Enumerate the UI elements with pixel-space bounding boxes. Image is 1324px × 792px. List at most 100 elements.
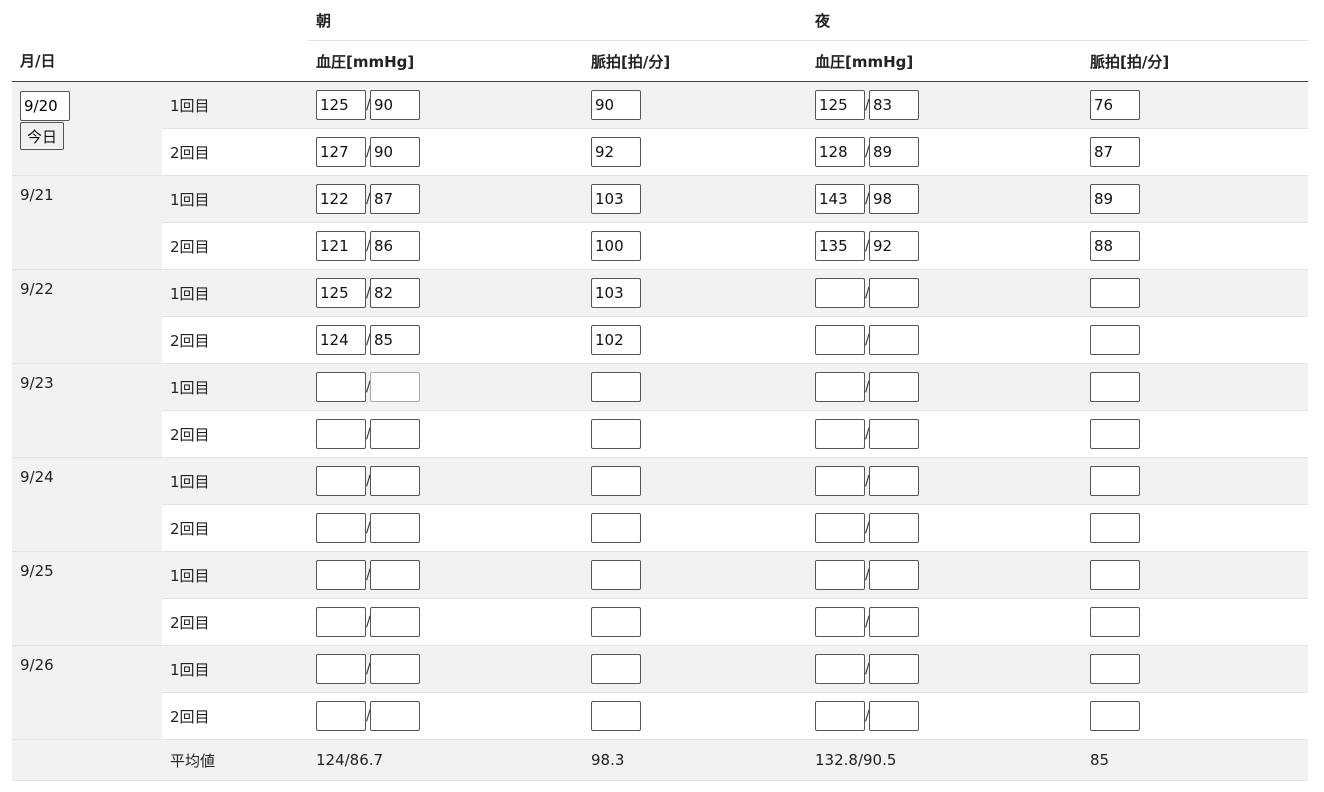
- morning-pulse-input[interactable]: [591, 513, 641, 543]
- evening-systolic-input[interactable]: [815, 466, 866, 496]
- morning-diastolic-input[interactable]: [370, 701, 420, 731]
- morning-pulse-input[interactable]: [591, 701, 641, 731]
- evening-diastolic-input[interactable]: [869, 184, 920, 214]
- morning-pulse-input[interactable]: [591, 325, 641, 355]
- evening-systolic-input[interactable]: [815, 654, 866, 684]
- morning-systolic-input[interactable]: [316, 513, 366, 543]
- evening-pulse-cell: [1082, 504, 1309, 552]
- evening-pulse-input[interactable]: [1090, 137, 1141, 167]
- morning-diastolic-input[interactable]: [370, 419, 420, 449]
- morning-systolic-input[interactable]: [316, 701, 366, 731]
- morning-bp-cell: /: [308, 81, 583, 129]
- morning-diastolic-input[interactable]: [370, 560, 420, 590]
- evening-pulse-cell: [1082, 128, 1309, 176]
- evening-pulse-input[interactable]: [1090, 90, 1141, 120]
- evening-pulse-input[interactable]: [1090, 325, 1141, 355]
- morning-systolic-input[interactable]: [316, 560, 366, 590]
- morning-pulse-input[interactable]: [591, 372, 641, 402]
- evening-diastolic-input[interactable]: [869, 325, 920, 355]
- morning-pulse-input[interactable]: [591, 184, 641, 214]
- morning-pulse-input[interactable]: [591, 419, 641, 449]
- morning-systolic-input[interactable]: [316, 466, 366, 496]
- morning-bp-cell: /: [308, 598, 583, 646]
- morning-diastolic-input[interactable]: [370, 372, 420, 402]
- morning-diastolic-input[interactable]: [370, 231, 420, 261]
- evening-systolic-input[interactable]: [815, 419, 866, 449]
- morning-systolic-input[interactable]: [316, 419, 366, 449]
- evening-diastolic-input[interactable]: [869, 90, 920, 120]
- evening-pulse-cell: [1082, 363, 1309, 411]
- evening-pulse-input[interactable]: [1090, 654, 1141, 684]
- morning-systolic-input[interactable]: [316, 278, 366, 308]
- evening-pulse-input[interactable]: [1090, 184, 1141, 214]
- morning-diastolic-input[interactable]: [370, 325, 420, 355]
- evening-pulse-input[interactable]: [1090, 607, 1141, 637]
- morning-systolic-input[interactable]: [316, 184, 366, 214]
- morning-pulse-cell: [583, 410, 808, 458]
- evening-diastolic-input[interactable]: [869, 372, 920, 402]
- evening-pulse-input[interactable]: [1090, 560, 1141, 590]
- evening-systolic-input[interactable]: [815, 90, 866, 120]
- evening-diastolic-input[interactable]: [869, 419, 920, 449]
- date-input[interactable]: [20, 91, 70, 121]
- morning-pulse-input[interactable]: [591, 231, 641, 261]
- morning-systolic-input[interactable]: [316, 372, 366, 402]
- evening-systolic-input[interactable]: [815, 325, 866, 355]
- morning-systolic-input[interactable]: [316, 231, 366, 261]
- evening-diastolic-input[interactable]: [869, 137, 920, 167]
- average-morning-pulse: 98.3: [583, 739, 808, 781]
- evening-pulse-input[interactable]: [1090, 701, 1141, 731]
- evening-bp-cell: /: [807, 645, 1083, 693]
- morning-diastolic-input[interactable]: [370, 278, 420, 308]
- average-row: 平均値 124/86.7 98.3 132.8/90.5 85: [12, 739, 1309, 781]
- evening-diastolic-input[interactable]: [869, 466, 920, 496]
- morning-diastolic-input[interactable]: [370, 654, 420, 684]
- morning-pulse-cell: [583, 269, 808, 317]
- evening-bp-cell: /: [807, 598, 1083, 646]
- morning-diastolic-input[interactable]: [370, 184, 420, 214]
- morning-diastolic-input[interactable]: [370, 137, 420, 167]
- evening-diastolic-input[interactable]: [869, 231, 920, 261]
- morning-systolic-input[interactable]: [316, 607, 366, 637]
- evening-systolic-input[interactable]: [815, 560, 866, 590]
- morning-pulse-input[interactable]: [591, 278, 641, 308]
- morning-diastolic-input[interactable]: [370, 90, 420, 120]
- morning-pulse-input[interactable]: [591, 560, 641, 590]
- evening-diastolic-input[interactable]: [869, 654, 920, 684]
- morning-diastolic-input[interactable]: [370, 466, 420, 496]
- evening-pulse-input[interactable]: [1090, 231, 1141, 261]
- evening-pulse-input[interactable]: [1090, 466, 1141, 496]
- evening-systolic-input[interactable]: [815, 372, 866, 402]
- evening-systolic-input[interactable]: [815, 513, 866, 543]
- evening-diastolic-input[interactable]: [869, 513, 920, 543]
- morning-systolic-input[interactable]: [316, 654, 366, 684]
- morning-pulse-input[interactable]: [591, 90, 641, 120]
- morning-diastolic-input[interactable]: [370, 607, 420, 637]
- evening-diastolic-input[interactable]: [869, 560, 920, 590]
- evening-systolic-input[interactable]: [815, 278, 866, 308]
- evening-pulse-input[interactable]: [1090, 419, 1141, 449]
- today-button[interactable]: 今日: [20, 122, 65, 150]
- evening-diastolic-input[interactable]: [869, 701, 920, 731]
- evening-systolic-input[interactable]: [815, 184, 866, 214]
- morning-systolic-input[interactable]: [316, 137, 366, 167]
- evening-diastolic-input[interactable]: [869, 278, 920, 308]
- morning-diastolic-input[interactable]: [370, 513, 420, 543]
- evening-pulse-input[interactable]: [1090, 372, 1141, 402]
- evening-pulse-input[interactable]: [1090, 513, 1141, 543]
- morning-pulse-input[interactable]: [591, 466, 641, 496]
- morning-systolic-input[interactable]: [316, 90, 366, 120]
- evening-diastolic-input[interactable]: [869, 607, 920, 637]
- evening-pulse-cell: [1082, 175, 1309, 223]
- evening-pulse-input[interactable]: [1090, 278, 1141, 308]
- morning-pulse-input[interactable]: [591, 607, 641, 637]
- morning-systolic-input[interactable]: [316, 325, 366, 355]
- evening-systolic-input[interactable]: [815, 137, 866, 167]
- evening-systolic-input[interactable]: [815, 231, 866, 261]
- morning-pulse-input[interactable]: [591, 654, 641, 684]
- date-cell: 9/23: [12, 363, 162, 458]
- evening-systolic-input[interactable]: [815, 701, 866, 731]
- morning-pulse-cell: [583, 504, 808, 552]
- evening-systolic-input[interactable]: [815, 607, 866, 637]
- morning-pulse-input[interactable]: [591, 137, 641, 167]
